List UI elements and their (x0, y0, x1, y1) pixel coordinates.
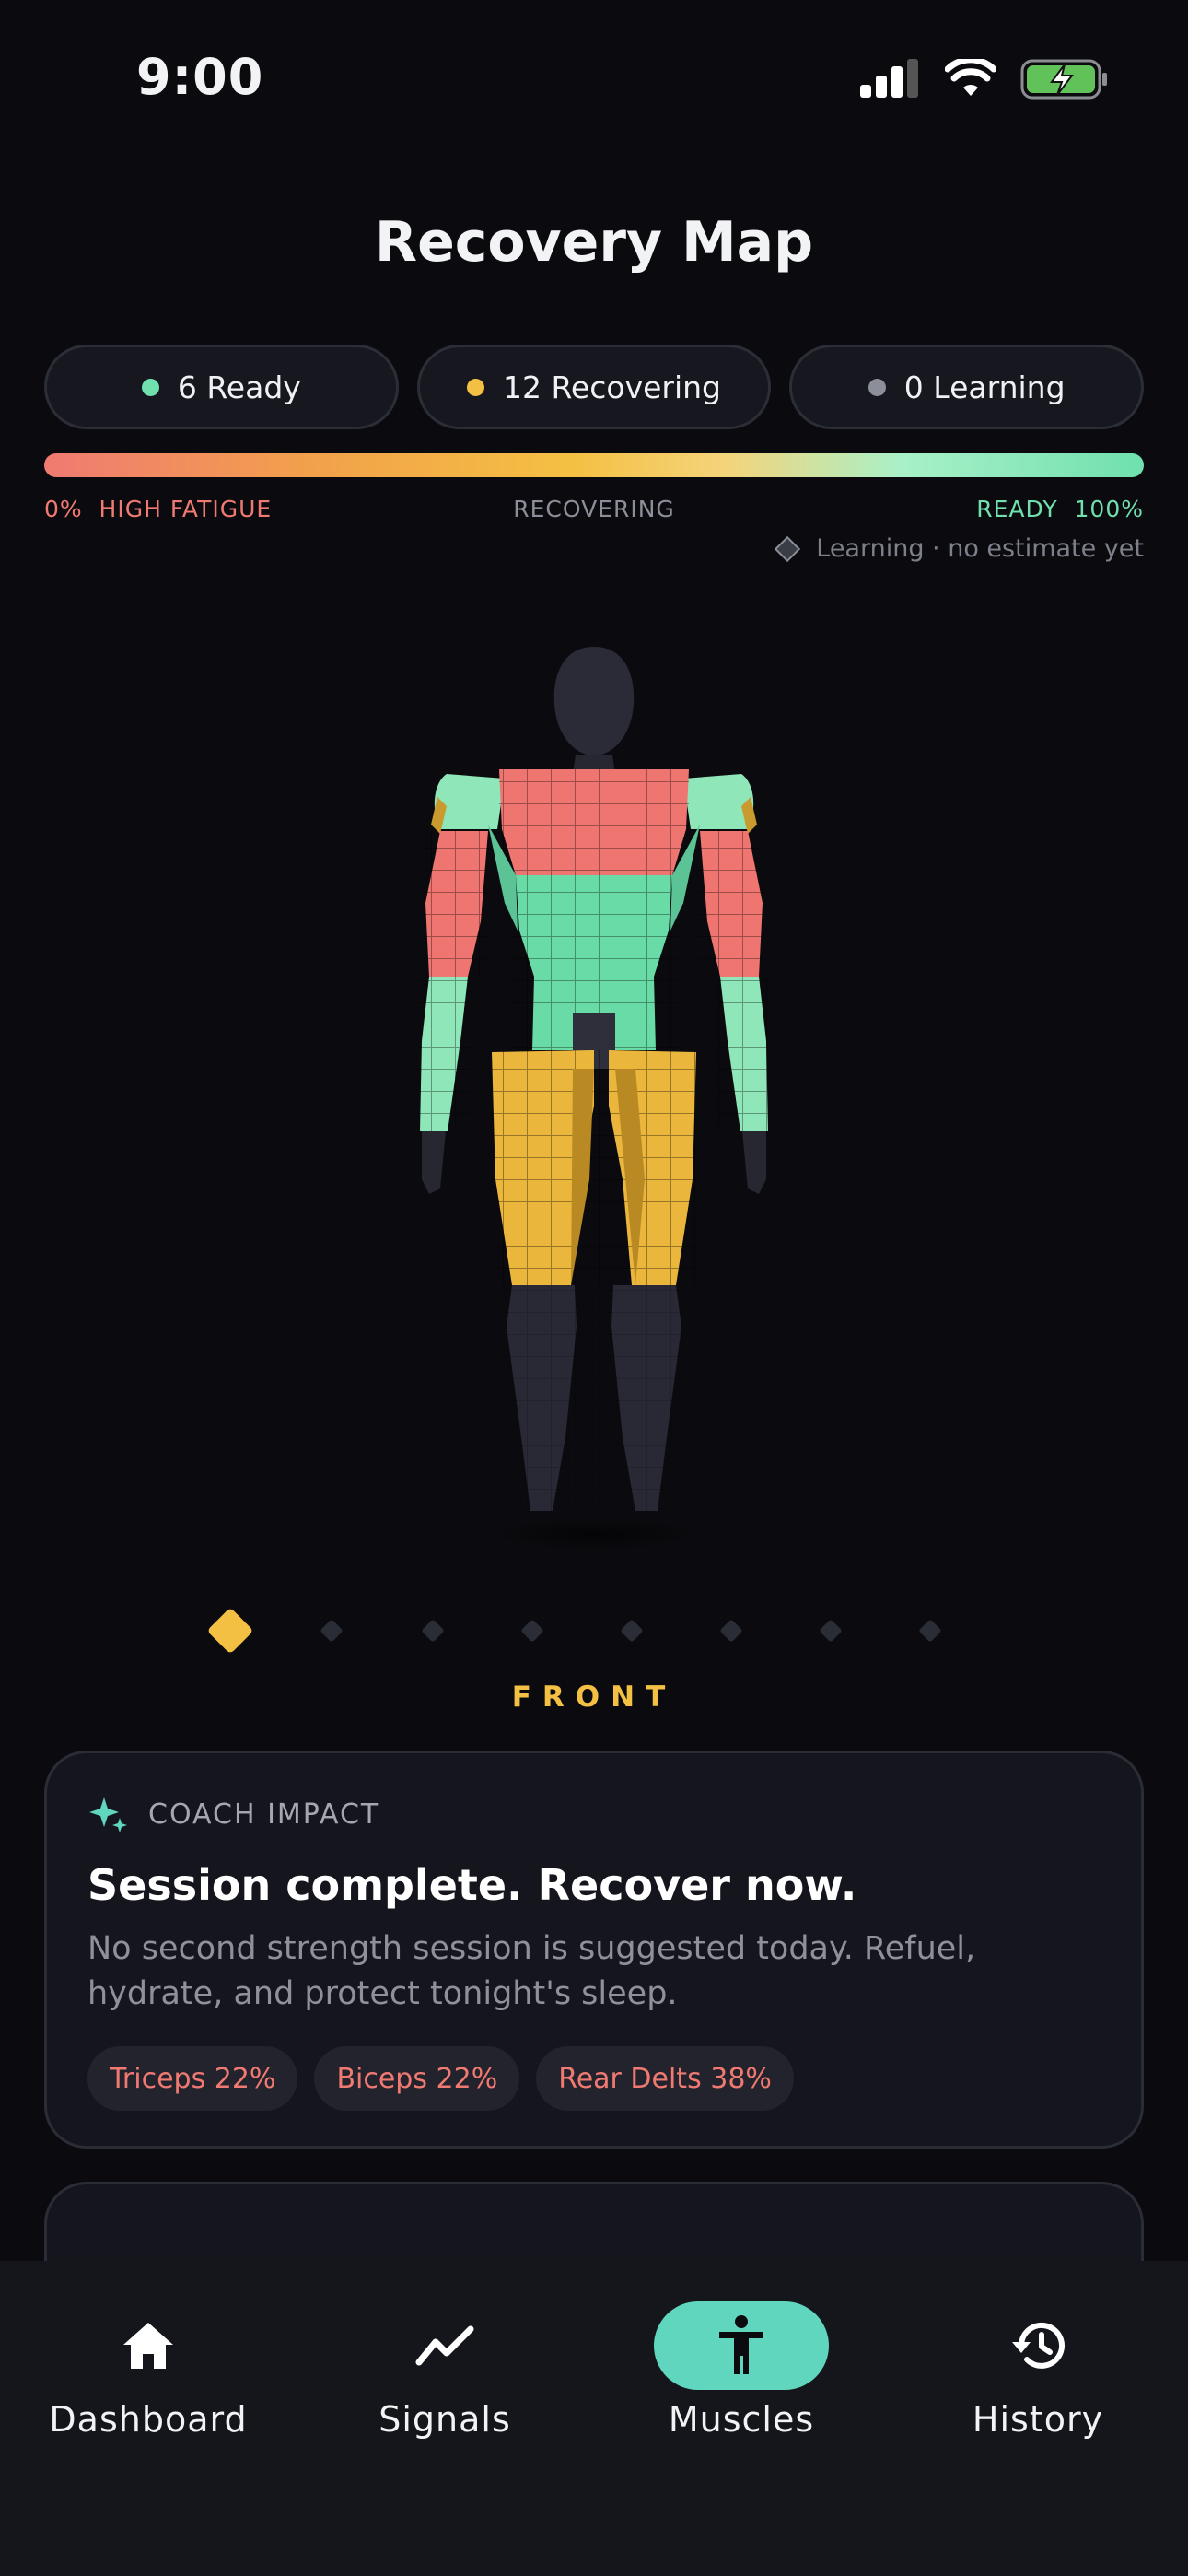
view-dot-3 (422, 1620, 444, 1642)
tab-history[interactable]: History (890, 2261, 1186, 2482)
tab-dashboard-label: Dashboard (49, 2399, 248, 2440)
tab-muscles[interactable]: Muscles (593, 2261, 890, 2482)
recovering-pill-label: 12 Recovering (503, 369, 721, 405)
person-icon (719, 2315, 763, 2374)
tab-history-label: History (972, 2399, 1104, 2440)
recovering-pill[interactable]: 12 Recovering (416, 345, 772, 429)
tab-signals-label: Signals (379, 2399, 511, 2440)
recovering-dot (467, 378, 484, 396)
learning-pill[interactable]: 0 Learning (789, 345, 1145, 429)
ready-dot (141, 378, 159, 396)
status-time: 9:00 (136, 48, 264, 106)
tab-muscles-label: Muscles (668, 2399, 815, 2440)
card-header: COACH IMPACT (87, 1794, 379, 1834)
calves-region (505, 1285, 683, 1511)
summary-pills: 6 Ready 12 Recovering 0 Learning (44, 345, 1145, 429)
tab-bar: Dashboard Signals Muscles History (0, 2261, 1188, 2576)
ready-pill-label: 6 Ready (177, 369, 301, 405)
cellular-signal-icon (860, 59, 918, 98)
history-icon (1012, 2322, 1065, 2369)
status-icons (860, 57, 1109, 101)
chip-rear-delts[interactable]: Rear Delts 38% (536, 2046, 794, 2111)
page-title: Recovery Map (374, 210, 814, 275)
wifi-icon (945, 59, 996, 96)
tab-dashboard[interactable]: Dashboard (0, 2261, 297, 2482)
view-dot-2 (320, 1620, 343, 1642)
card-title: Session complete. Recover now. (87, 1860, 857, 1910)
muscle-body-figure[interactable] (0, 626, 1188, 1557)
view-dot-front (208, 1609, 252, 1653)
view-dot-8 (919, 1620, 941, 1642)
learning-pill-label: 0 Learning (903, 369, 1066, 405)
card-heading: COACH IMPACT (148, 1797, 380, 1831)
sparkle-icon (89, 1797, 127, 1832)
recovery-gradient-bar (44, 453, 1144, 477)
home-icon (123, 2323, 173, 2369)
tab-muscles-highlight (654, 2301, 829, 2390)
hamstrings-region (492, 1050, 696, 1285)
diamond-icon (775, 535, 801, 562)
muscle-chips: Triceps 22% Biceps 22% Rear Delts 38% (87, 2046, 794, 2111)
learning-legend: Learning · no estimate yet (774, 534, 1144, 563)
ready-pill[interactable]: 6 Ready (44, 345, 399, 429)
upper-back-region (499, 769, 689, 875)
view-dot-5 (621, 1620, 643, 1642)
view-dot-6 (720, 1620, 742, 1642)
left-hand (422, 1131, 446, 1194)
battery-charging-icon (1020, 59, 1107, 100)
coach-impact-card: COACH IMPACT Session complete. Recover n… (44, 1751, 1144, 2149)
right-hand (742, 1131, 766, 1194)
scale-left-label: 0% HIGH FATIGUE (44, 496, 273, 522)
card-text: No second strength session is suggested … (87, 1930, 976, 2012)
learning-note-text: Learning · no estimate yet (816, 534, 1144, 563)
tab-signals[interactable]: Signals (297, 2261, 593, 2482)
scale-right-label: READY 100% (976, 496, 1144, 522)
view-selector[interactable] (0, 1603, 1188, 1658)
trend-icon (415, 2325, 474, 2366)
view-label: FRONT (511, 1680, 677, 1714)
view-dot-4 (521, 1620, 543, 1642)
chip-biceps[interactable]: Biceps 22% (314, 2046, 520, 2111)
learning-dot (868, 378, 886, 396)
view-dot-7 (820, 1620, 842, 1642)
head-region (553, 647, 635, 774)
chip-triceps[interactable]: Triceps 22% (87, 2046, 298, 2111)
